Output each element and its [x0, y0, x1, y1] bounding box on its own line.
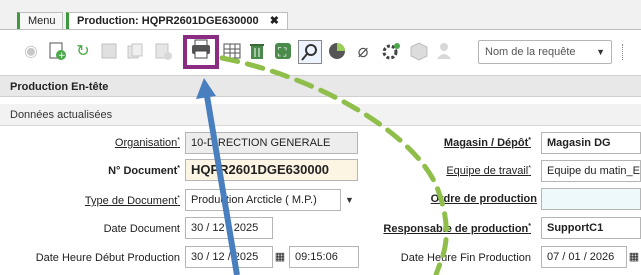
- document-type-label[interactable]: Type de Document*: [85, 195, 180, 207]
- search-zoom-icon[interactable]: [298, 40, 322, 64]
- end-datetime-label: Date Heure Fin Production: [400, 252, 531, 264]
- document-date-label: Date Document: [103, 223, 180, 235]
- save-icon[interactable]: [98, 40, 120, 62]
- tab-bar: Menu Production: HQPR2601DGE630000 ✖: [0, 0, 641, 31]
- organisation-label[interactable]: Organisation*: [115, 137, 180, 149]
- tab-menu[interactable]: Menu: [17, 12, 63, 30]
- trash-icon[interactable]: [246, 40, 268, 62]
- process-icon[interactable]: [380, 40, 402, 62]
- request-select-placeholder: Nom de la requête: [485, 46, 576, 58]
- work-team-field[interactable]: Equipe du matin_Eq: [541, 160, 641, 182]
- print-highlight-box: [183, 35, 219, 69]
- package-icon[interactable]: [408, 40, 430, 62]
- svg-text:⛶: ⛶: [277, 45, 287, 59]
- production-manager-label[interactable]: Responsable de production*: [383, 223, 531, 235]
- warehouse-field[interactable]: Magasin DG: [541, 132, 641, 154]
- document-type-select[interactable]: Production Arcticle ( M.P.): [185, 189, 341, 211]
- toolbar-overflow-handle[interactable]: [622, 44, 626, 60]
- chevron-down-icon[interactable]: ▼: [345, 195, 354, 205]
- delete-record-icon[interactable]: [152, 40, 174, 62]
- tab-production-label: Production: HQPR2601DGE630000: [77, 15, 259, 27]
- new-record-icon[interactable]: +: [46, 40, 68, 62]
- attachment-icon[interactable]: ⌀: [352, 40, 374, 62]
- warehouse-label[interactable]: Magasin / Dépôt*: [444, 137, 531, 149]
- start-date-field[interactable]: 30 / 12 / 2025: [185, 246, 273, 268]
- document-date-field[interactable]: 30 / 12 / 2025: [185, 217, 273, 239]
- user-icon[interactable]: [434, 40, 456, 62]
- zoom-fit-icon[interactable]: ⛶: [272, 40, 294, 62]
- close-icon[interactable]: ✖: [270, 13, 279, 29]
- end-date-field[interactable]: 07 / 01 / 2026: [541, 246, 627, 268]
- document-number-label: N° Document*: [108, 165, 180, 177]
- calendar-icon[interactable]: ▦: [627, 250, 641, 264]
- request-select[interactable]: Nom de la requête ▼: [478, 40, 612, 64]
- chart-icon[interactable]: [326, 40, 348, 62]
- organisation-field[interactable]: 10-DIRECTION GENERALE: [185, 132, 358, 154]
- svg-text:+: +: [58, 51, 66, 61]
- start-time-field[interactable]: 09:15:06: [289, 246, 359, 268]
- calendar-icon[interactable]: ▦: [273, 250, 287, 264]
- section-title[interactable]: Production En-tête: [0, 75, 641, 97]
- undo-icon[interactable]: ↻: [72, 40, 94, 62]
- copy-icon[interactable]: [124, 40, 146, 62]
- tab-menu-label: Menu: [28, 15, 56, 27]
- grid-icon[interactable]: [221, 40, 243, 62]
- production-order-label[interactable]: Ordre de production: [431, 193, 537, 205]
- production-manager-field[interactable]: SupportC1: [541, 217, 641, 239]
- document-number-field[interactable]: HQPR2601DGE630000: [185, 159, 358, 181]
- start-datetime-label: Date Heure Début Production: [35, 252, 180, 264]
- work-team-label[interactable]: Equipe de travail*: [446, 165, 531, 177]
- production-order-field[interactable]: [541, 188, 641, 210]
- refresh-icon[interactable]: ◉: [20, 40, 42, 62]
- section-subtitle: Données actualisées: [0, 104, 641, 126]
- chevron-down-icon[interactable]: ▼: [596, 41, 605, 63]
